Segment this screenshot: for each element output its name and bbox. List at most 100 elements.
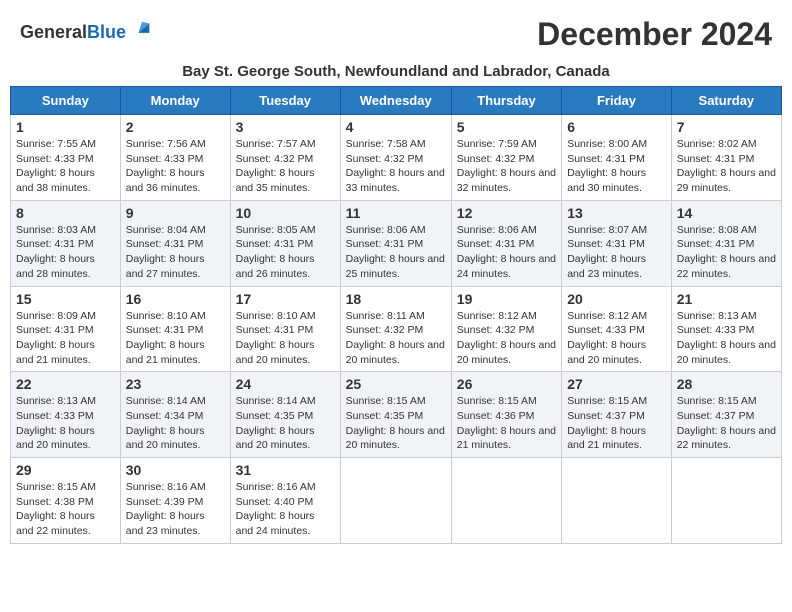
calendar-cell: 26Sunrise: 8:15 AMSunset: 4:36 PMDayligh… — [451, 372, 561, 458]
day-number: 10 — [236, 205, 335, 221]
day-number: 6 — [567, 119, 666, 135]
weekday-header-cell: Saturday — [671, 87, 781, 115]
calendar-week-row: 15 Sunrise: 8:09 AMSunset: 4:31 PMDayligh… — [11, 286, 782, 372]
logo: GeneralBlue — [20, 16, 153, 43]
calendar-cell: 8 Sunrise: 8:03 AMSunset: 4:31 PMDaylight… — [11, 200, 121, 286]
day-info: Sunrise: 8:04 AMSunset: 4:31 PMDaylight:… — [126, 223, 225, 282]
day-info: Sunrise: 8:10 AMSunset: 4:31 PMDaylight:… — [236, 309, 335, 368]
weekday-header-cell: Monday — [120, 87, 230, 115]
day-number: 9 — [126, 205, 225, 221]
calendar-cell: 29 Sunrise: 8:15 AMSunset: 4:38 PMDayligh… — [11, 458, 121, 544]
logo-icon — [131, 16, 153, 38]
day-number: 21 — [677, 291, 776, 307]
day-info: Sunrise: 8:06 AMSunset: 4:31 PMDaylight:… — [457, 223, 556, 282]
calendar-cell: 17 Sunrise: 8:10 AMSunset: 4:31 PMDayligh… — [230, 286, 340, 372]
calendar-cell: 2 Sunrise: 7:56 AMSunset: 4:33 PMDaylight… — [120, 115, 230, 201]
day-number: 16 — [126, 291, 225, 307]
calendar-cell: 31Sunrise: 8:16 AMSunset: 4:40 PMDayligh… — [230, 458, 340, 544]
calendar-cell: 20 Sunrise: 8:12 AMSunset: 4:33 PMDayligh… — [562, 286, 672, 372]
day-number: 25 — [346, 376, 446, 392]
day-number: 2 — [126, 119, 225, 135]
calendar-cell: 13 Sunrise: 8:07 AMSunset: 4:31 PMDayligh… — [562, 200, 672, 286]
day-number: 20 — [567, 291, 666, 307]
day-info: Sunrise: 8:13 AMSunset: 4:33 PMDaylight:… — [677, 309, 776, 368]
calendar-cell: 5 Sunrise: 7:59 AMSunset: 4:32 PMDaylight… — [451, 115, 561, 201]
day-info: Sunrise: 7:56 AMSunset: 4:33 PMDaylight:… — [126, 137, 225, 196]
day-number: 30 — [126, 462, 225, 478]
calendar-cell: 12Sunrise: 8:06 AMSunset: 4:31 PMDayligh… — [451, 200, 561, 286]
logo-blue: Blue — [87, 22, 126, 42]
calendar-cell: 19 Sunrise: 8:12 AMSunset: 4:32 PMDayligh… — [451, 286, 561, 372]
day-number: 19 — [457, 291, 556, 307]
day-info: Sunrise: 8:12 AMSunset: 4:32 PMDaylight:… — [457, 309, 556, 368]
calendar-cell: 23Sunrise: 8:14 AMSunset: 4:34 PMDayligh… — [120, 372, 230, 458]
day-info: Sunrise: 8:16 AMSunset: 4:39 PMDaylight:… — [126, 480, 225, 539]
day-info: Sunrise: 7:58 AMSunset: 4:32 PMDaylight:… — [346, 137, 446, 196]
logo-general: General — [20, 22, 87, 42]
day-info: Sunrise: 8:02 AMSunset: 4:31 PMDaylight:… — [677, 137, 776, 196]
day-number: 3 — [236, 119, 335, 135]
day-number: 13 — [567, 205, 666, 221]
day-number: 8 — [16, 205, 115, 221]
day-number: 1 — [16, 119, 115, 135]
day-number: 31 — [236, 462, 335, 478]
calendar-week-row: 8 Sunrise: 8:03 AMSunset: 4:31 PMDaylight… — [11, 200, 782, 286]
day-info: Sunrise: 8:12 AMSunset: 4:33 PMDaylight:… — [567, 309, 666, 368]
day-number: 28 — [677, 376, 776, 392]
calendar-cell: 16 Sunrise: 8:10 AMSunset: 4:31 PMDayligh… — [120, 286, 230, 372]
day-info: Sunrise: 8:15 AMSunset: 4:35 PMDaylight:… — [346, 394, 446, 453]
day-number: 15 — [16, 291, 115, 307]
subtitle: Bay St. George South, Newfoundland and L… — [10, 63, 782, 80]
weekday-header-row: SundayMondayTuesdayWednesdayThursdayFrid… — [11, 87, 782, 115]
day-number: 29 — [16, 462, 115, 478]
calendar-week-row: 1 Sunrise: 7:55 AMSunset: 4:33 PMDaylight… — [11, 115, 782, 201]
weekday-header-cell: Wednesday — [340, 87, 451, 115]
day-number: 22 — [16, 376, 115, 392]
calendar-cell: 25 Sunrise: 8:15 AMSunset: 4:35 PMDayligh… — [340, 372, 451, 458]
day-number: 4 — [346, 119, 446, 135]
calendar-week-row: 29 Sunrise: 8:15 AMSunset: 4:38 PMDayligh… — [11, 458, 782, 544]
day-info: Sunrise: 8:07 AMSunset: 4:31 PMDaylight:… — [567, 223, 666, 282]
calendar-cell: 14 Sunrise: 8:08 AMSunset: 4:31 PMDayligh… — [671, 200, 781, 286]
header: GeneralBlue December 2024 — [10, 10, 782, 59]
day-number: 14 — [677, 205, 776, 221]
calendar-cell — [562, 458, 672, 544]
day-info: Sunrise: 7:55 AMSunset: 4:33 PMDaylight:… — [16, 137, 115, 196]
calendar-table: SundayMondayTuesdayWednesdayThursdayFrid… — [10, 86, 782, 544]
calendar-cell — [340, 458, 451, 544]
day-number: 24 — [236, 376, 335, 392]
day-number: 18 — [346, 291, 446, 307]
day-number: 27 — [567, 376, 666, 392]
calendar-body: 1 Sunrise: 7:55 AMSunset: 4:33 PMDaylight… — [11, 115, 782, 544]
day-info: Sunrise: 7:59 AMSunset: 4:32 PMDaylight:… — [457, 137, 556, 196]
day-info: Sunrise: 8:15 AMSunset: 4:37 PMDaylight:… — [567, 394, 666, 453]
calendar-cell: 21 Sunrise: 8:13 AMSunset: 4:33 PMDayligh… — [671, 286, 781, 372]
calendar-cell: 15 Sunrise: 8:09 AMSunset: 4:31 PMDayligh… — [11, 286, 121, 372]
day-number: 17 — [236, 291, 335, 307]
weekday-header-cell: Sunday — [11, 87, 121, 115]
calendar-cell: 1 Sunrise: 7:55 AMSunset: 4:33 PMDaylight… — [11, 115, 121, 201]
calendar-cell: 7 Sunrise: 8:02 AMSunset: 4:31 PMDaylight… — [671, 115, 781, 201]
day-info: Sunrise: 8:15 AMSunset: 4:37 PMDaylight:… — [677, 394, 776, 453]
calendar-week-row: 22 Sunrise: 8:13 AMSunset: 4:33 PMDayligh… — [11, 372, 782, 458]
calendar-title: December 2024 — [537, 16, 772, 53]
calendar-cell: 27 Sunrise: 8:15 AMSunset: 4:37 PMDayligh… — [562, 372, 672, 458]
calendar-cell: 11Sunrise: 8:06 AMSunset: 4:31 PMDayligh… — [340, 200, 451, 286]
day-info: Sunrise: 8:14 AMSunset: 4:35 PMDaylight:… — [236, 394, 335, 453]
day-info: Sunrise: 8:09 AMSunset: 4:31 PMDaylight:… — [16, 309, 115, 368]
calendar-cell: 9 Sunrise: 8:04 AMSunset: 4:31 PMDaylight… — [120, 200, 230, 286]
calendar-cell — [451, 458, 561, 544]
day-number: 7 — [677, 119, 776, 135]
calendar-cell: 6 Sunrise: 8:00 AMSunset: 4:31 PMDaylight… — [562, 115, 672, 201]
day-info: Sunrise: 8:15 AMSunset: 4:36 PMDaylight:… — [457, 394, 556, 453]
weekday-header-cell: Friday — [562, 87, 672, 115]
day-info: Sunrise: 8:13 AMSunset: 4:33 PMDaylight:… — [16, 394, 115, 453]
calendar-cell: 24 Sunrise: 8:14 AMSunset: 4:35 PMDayligh… — [230, 372, 340, 458]
day-info: Sunrise: 8:08 AMSunset: 4:31 PMDaylight:… — [677, 223, 776, 282]
calendar-cell: 4 Sunrise: 7:58 AMSunset: 4:32 PMDaylight… — [340, 115, 451, 201]
day-info: Sunrise: 8:00 AMSunset: 4:31 PMDaylight:… — [567, 137, 666, 196]
day-info: Sunrise: 8:15 AMSunset: 4:38 PMDaylight:… — [16, 480, 115, 539]
day-number: 5 — [457, 119, 556, 135]
day-info: Sunrise: 8:03 AMSunset: 4:31 PMDaylight:… — [16, 223, 115, 282]
day-info: Sunrise: 8:10 AMSunset: 4:31 PMDaylight:… — [126, 309, 225, 368]
